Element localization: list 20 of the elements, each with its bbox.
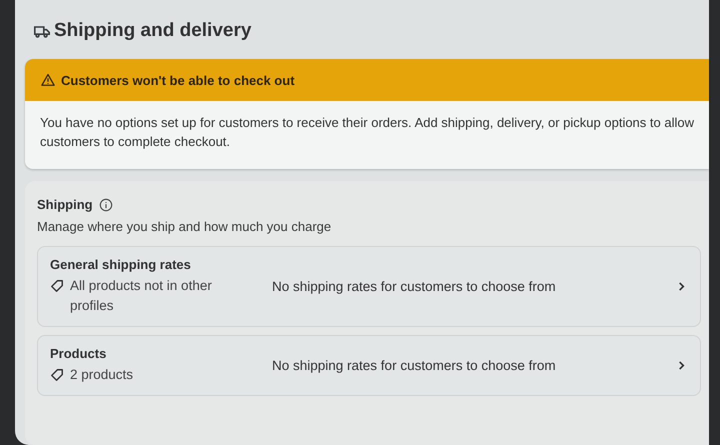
tag-icon	[50, 368, 64, 382]
profile-name: Products	[50, 346, 108, 361]
shipping-profile-row[interactable]: General shipping rates All products not in other profiles No shipping rates for customers to choose from	[37, 246, 701, 327]
warning-icon	[41, 73, 55, 87]
profile-rates: No shipping rates for customers to choose from	[272, 358, 557, 373]
chevron-right-icon	[677, 281, 686, 292]
tag-icon	[50, 279, 64, 293]
banner-title: Customers won't be able to check out	[61, 72, 295, 88]
truck-icon	[33, 24, 51, 38]
shipping-profile-row[interactable]: Products 2 products No shipping rates for customers to choose from	[37, 335, 701, 396]
banner-message: You have no options set up for customers to receive their orders. Add shipping, delivery, or pickup options to allow customers to complete checkout.	[39, 114, 695, 151]
section-description: Manage where you ship and how much you charge	[37, 219, 332, 234]
profile-rates: No shipping rates for customers to choose from	[272, 279, 557, 294]
page-title: Shipping and delivery	[54, 20, 252, 42]
profile-scope: All products not in other profiles	[70, 277, 213, 315]
profile-name: General shipping rates	[50, 257, 192, 272]
info-icon[interactable]	[98, 198, 113, 212]
chevron-right-icon	[677, 360, 686, 371]
profile-scope: 2 products	[70, 366, 134, 384]
section-title: Shipping	[37, 197, 93, 212]
